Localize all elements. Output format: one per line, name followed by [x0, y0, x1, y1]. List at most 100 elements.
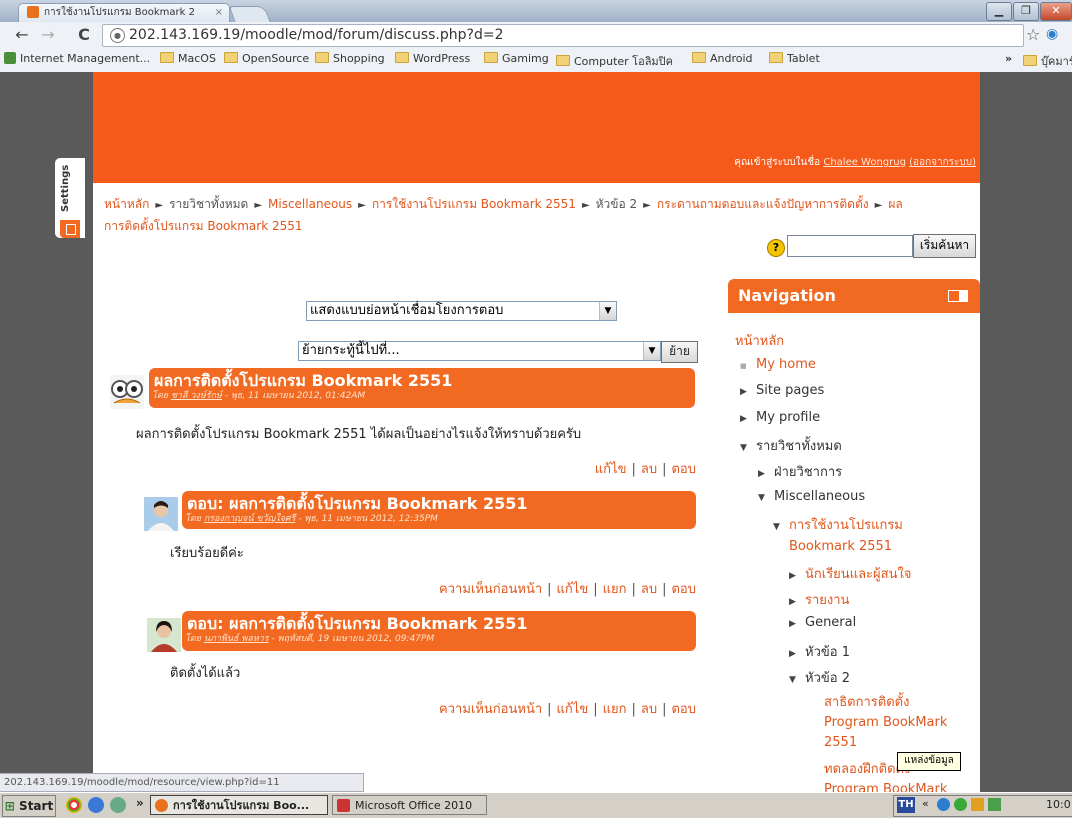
avatar[interactable] — [144, 497, 178, 531]
breadcrumb-course[interactable]: การใช้งานโปรแกรม Bookmark 2551 — [372, 197, 576, 211]
post-author-link[interactable]: กรองกาญจน์ ขวัญใจศรี — [204, 514, 296, 524]
delete-link[interactable]: ลบ — [641, 582, 657, 597]
other-bookmarks-folder[interactable]: บุ๊คมาร์คอื่นๆ — [1023, 52, 1072, 70]
nav-item-general[interactable]: ▶ General — [789, 615, 856, 630]
breadcrumb-all-courses[interactable]: รายวิชาทั้งหมด — [169, 197, 248, 211]
bookmark-folder-android[interactable]: Android — [692, 52, 753, 65]
taskbar-office-window[interactable]: Microsoft Office 2010 — [332, 795, 487, 815]
nav-item-miscellaneous[interactable]: ▼ Miscellaneous — [758, 489, 865, 504]
bookmark-internet-management[interactable]: Internet Management... — [4, 52, 150, 65]
nav-item-install-demo[interactable]: สาธิตการติดตั้ง Program BookMark 2551 — [824, 693, 947, 753]
bookmark-folder-tablet[interactable]: Tablet — [769, 52, 820, 65]
user-profile-link[interactable]: Chalee Wongrug — [823, 157, 906, 168]
logout-link[interactable]: (ออกจากระบบ) — [909, 157, 976, 168]
bookmark-folder-wordpress[interactable]: WordPress — [395, 52, 470, 65]
volume-icon[interactable] — [988, 798, 1002, 811]
nav-item-all-courses[interactable]: ▼ รายวิชาทั้งหมด — [740, 435, 842, 456]
breadcrumb-miscellaneous[interactable]: Miscellaneous — [268, 197, 352, 211]
post-commands: ความเห็นก่อนหน้า | แก้ไข | แยก | ลบ | ตอบ — [439, 582, 696, 597]
nav-item-academic[interactable]: ▶ ฝ่ายวิชาการ — [758, 461, 842, 482]
close-window-button[interactable]: ✕ — [1040, 2, 1072, 21]
search-button[interactable]: เริ่มค้นหา — [913, 234, 976, 258]
bookmark-folder-computer-olympic[interactable]: Computer โอลิมปิค — [556, 52, 673, 70]
login-info: คุณเข้าสู่ระบบในชื่อ Chalee Wongrug (ออก… — [734, 155, 976, 170]
back-icon[interactable]: ← — [12, 25, 32, 45]
post-commands: แก้ไข | ลบ | ตอบ — [594, 462, 696, 477]
split-link[interactable]: แยก — [603, 582, 627, 597]
move-button[interactable]: ย้าย — [661, 341, 698, 363]
delete-link[interactable]: ลบ — [641, 702, 657, 717]
extension-eye-icon[interactable]: ◉ — [1046, 26, 1058, 42]
nav-item-label: การใช้งานโปรแกรม — [789, 518, 903, 533]
taskbar-chrome-window[interactable]: การใช้งานโปรแกรม Boo... — [150, 795, 328, 815]
collapse-arrow-icon: ▼ — [758, 493, 765, 503]
address-input[interactable]: ● 202.143.169.19/moodle/mod/forum/discus… — [102, 24, 1024, 47]
collapse-arrow-icon: ▼ — [773, 522, 780, 532]
dock-block-icon[interactable] — [948, 290, 968, 302]
folder-icon — [395, 52, 409, 63]
bookmark-folder-gaming[interactable]: Gamimg — [484, 52, 549, 65]
nav-item-course[interactable]: ▼ การใช้งานโปรแกรม Bookmark 2551 — [773, 516, 903, 557]
ie-quicklaunch-icon[interactable] — [88, 797, 104, 813]
browser-tab[interactable]: การใช้งานโปรแกรม Bookmark 2 × — [18, 3, 230, 23]
reply-link[interactable]: ตอบ — [671, 462, 696, 477]
minimize-button[interactable]: ▁ — [986, 2, 1012, 21]
display-mode-select[interactable]: แสดงแบบย่อหน้าเชื่อมโยงการตอบ ▼ — [306, 301, 617, 321]
search-input[interactable] — [787, 235, 913, 257]
split-link[interactable]: แยก — [603, 702, 627, 717]
edit-link[interactable]: แก้ไข — [557, 702, 589, 717]
security-icon[interactable] — [954, 798, 968, 811]
maximize-button[interactable]: ❐ — [1013, 2, 1039, 21]
avatar[interactable] — [110, 375, 144, 409]
bookmark-folder-opensource[interactable]: OpenSource — [224, 52, 309, 65]
reply-link[interactable]: ตอบ — [671, 702, 696, 717]
breadcrumb-home[interactable]: หน้าหลัก — [104, 197, 149, 211]
dock-toggle-icon[interactable] — [60, 220, 80, 238]
avatar[interactable] — [147, 618, 181, 652]
breadcrumb-forum[interactable]: กระดานถามตอบและแจ้งปัญหาการติดตั้ง — [657, 197, 869, 211]
site-header: คุณเข้าสู่ระบบในชื่อ Chalee Wongrug (ออก… — [93, 72, 980, 183]
help-icon[interactable]: ? — [767, 239, 785, 257]
windows-logo-icon: ⊞ — [4, 799, 15, 813]
login-prefix: คุณเข้าสู่ระบบในชื่อ — [734, 157, 824, 168]
bookmark-folder-macos[interactable]: MacOS — [160, 52, 216, 65]
nav-item-students[interactable]: ▶ นักเรียนและผู้สนใจ — [789, 563, 911, 584]
nav-item-label: ฝ่ายวิชาการ — [774, 465, 843, 480]
post-author-link[interactable]: ชาลี วงษ์รักษ์ — [171, 391, 222, 401]
nav-item-my-profile[interactable]: ▶ My profile — [740, 410, 820, 425]
bookmark-label: Shopping — [333, 52, 385, 65]
breadcrumb-topic[interactable]: หัวข้อ 2 — [596, 197, 638, 211]
language-indicator[interactable]: TH — [897, 797, 915, 813]
network-icon[interactable] — [937, 798, 950, 811]
parent-link[interactable]: ความเห็นก่อนหน้า — [439, 582, 542, 597]
forward-icon[interactable]: → — [38, 25, 58, 45]
chrome-quicklaunch-icon[interactable] — [66, 797, 82, 813]
parent-link[interactable]: ความเห็นก่อนหน้า — [439, 702, 542, 717]
bookmark-folder-shopping[interactable]: Shopping — [315, 52, 385, 65]
nav-item-my-home[interactable]: ■ My home — [740, 357, 816, 372]
nav-item-home[interactable]: หน้าหลัก — [735, 330, 784, 351]
user-photo-icon — [144, 497, 178, 531]
post-author-link[interactable]: นภาพินธ์ พลหาร — [204, 634, 269, 644]
tray-expand-button[interactable]: « — [922, 797, 929, 810]
bookmarks-overflow-button[interactable]: » — [1005, 52, 1012, 65]
quicklaunch-overflow-button[interactable]: » — [136, 796, 144, 810]
start-button[interactable]: ⊞ Start — [2, 795, 56, 817]
move-discussion-select[interactable]: ย้ายกระทู้นี้ไปที่... ▼ — [298, 341, 661, 361]
nav-item-reports[interactable]: ▶ รายงาน — [789, 589, 849, 610]
tab-close-icon[interactable]: × — [215, 4, 223, 22]
reload-icon[interactable]: C — [74, 25, 94, 45]
nav-item-topic-1[interactable]: ▶ หัวข้อ 1 — [789, 641, 850, 662]
settings-dock-tab[interactable]: Settings — [55, 158, 85, 238]
delete-link[interactable]: ลบ — [641, 462, 657, 477]
edit-link[interactable]: แก้ไข — [595, 462, 627, 477]
bookmark-star-icon[interactable]: ☆ — [1026, 25, 1040, 44]
edit-link[interactable]: แก้ไข — [557, 582, 589, 597]
app-quicklaunch-icon[interactable] — [110, 797, 126, 813]
update-icon[interactable] — [971, 798, 985, 811]
nav-item-topic-2[interactable]: ▼ หัวข้อ 2 — [789, 667, 850, 688]
reply-link[interactable]: ตอบ — [671, 582, 696, 597]
expand-arrow-icon: ▶ — [758, 469, 765, 479]
nav-item-site-pages[interactable]: ▶ Site pages — [740, 383, 824, 398]
bookmark-label: MacOS — [178, 52, 216, 65]
